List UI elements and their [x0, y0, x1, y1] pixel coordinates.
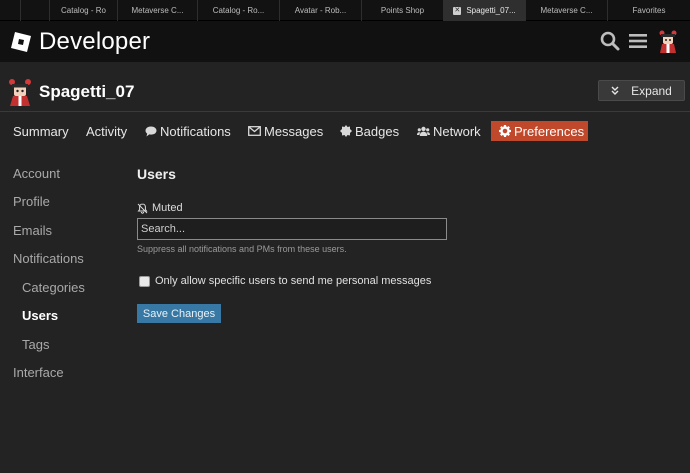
browser-tab[interactable]: Metaverse C... [118, 0, 198, 21]
tab-label: Network [433, 123, 481, 139]
envelope-icon [248, 126, 261, 136]
profile-nav: Summary Activity Notifications Messages … [0, 119, 690, 143]
muted-label: Muted [152, 202, 183, 214]
tab-label: Preferences [514, 123, 585, 139]
browser-tab-label: Metaverse C... [540, 6, 593, 15]
browser-tab[interactable]: Metaverse C... [526, 0, 608, 21]
users-icon [417, 126, 430, 136]
browser-tab[interactable]: Catalog - Ro [50, 0, 118, 21]
badge-icon [340, 125, 352, 137]
browser-tab-label: Points Shop [380, 6, 425, 15]
browser-tab-label: Metaverse C... [131, 6, 184, 15]
page-title: Users [137, 166, 176, 182]
site-logo[interactable]: Developer [11, 28, 150, 56]
browser-tab-label: Spagetti_07... [466, 6, 516, 15]
bell-slash-icon [137, 202, 148, 214]
muted-users-search-input[interactable] [137, 218, 447, 240]
tab-preferences[interactable]: Preferences [491, 121, 588, 141]
chevrons-down-icon [611, 86, 619, 95]
sidebar-item-account[interactable]: Account [13, 166, 60, 181]
tab-messages[interactable]: Messages [248, 119, 323, 143]
sidebar-item-tags[interactable]: Tags [22, 337, 49, 352]
sidebar-item-users[interactable]: Users [22, 308, 58, 323]
menu-icon[interactable] [629, 33, 647, 49]
username: Spagetti_07 [39, 82, 135, 101]
tab-activity[interactable]: Activity [86, 119, 127, 143]
tab-label: Badges [355, 123, 400, 139]
browser-tab-strip: Catalog - Ro Metaverse C... Catalog - Ro… [0, 0, 690, 21]
muted-help-text: Suppress all notifications and PMs from … [137, 244, 347, 254]
tab-network[interactable]: Network [417, 119, 481, 143]
expand-label: Expand [631, 83, 672, 98]
roblox-logo-icon [11, 31, 31, 52]
tab-summary[interactable]: Summary [13, 119, 69, 143]
tab-badges[interactable]: Badges [340, 119, 399, 143]
sidebar-item-interface[interactable]: Interface [13, 365, 64, 380]
profile-header: Spagetti_07 Expand [0, 62, 690, 112]
browser-tab[interactable]: Favorites [608, 0, 690, 21]
tab-label: Messages [264, 123, 324, 139]
sidebar-item-profile[interactable]: Profile [13, 194, 50, 209]
tab-label: Summary [13, 123, 69, 139]
browser-tab[interactable] [20, 0, 50, 21]
close-icon[interactable]: ✕ [453, 6, 462, 15]
save-changes-button[interactable]: Save Changes [137, 304, 221, 323]
comment-icon [145, 126, 157, 137]
expand-button[interactable]: Expand [598, 80, 685, 101]
sidebar-item-notifications[interactable]: Notifications [13, 251, 84, 266]
tab-notifications[interactable]: Notifications [145, 119, 231, 143]
allow-pm-option[interactable]: Only allow specific users to send me per… [137, 275, 431, 287]
browser-tab[interactable]: Catalog - Ro... [198, 0, 280, 21]
search-icon[interactable] [600, 31, 620, 51]
avatar [9, 79, 31, 106]
site-header: Developer [0, 21, 690, 62]
user-avatar[interactable] [656, 29, 680, 53]
brand-title: Developer [39, 27, 151, 55]
gear-icon [499, 125, 511, 137]
browser-tab-label: Catalog - Ro [61, 6, 106, 15]
sidebar-item-emails[interactable]: Emails [13, 223, 52, 238]
muted-field-label: Muted [137, 202, 183, 214]
browser-tab[interactable]: Avatar - Rob... [280, 0, 362, 21]
allow-specific-pm-checkbox[interactable] [139, 275, 150, 287]
allow-specific-pm-label: Only allow specific users to send me per… [155, 275, 432, 287]
browser-tab-label: Catalog - Ro... [212, 6, 265, 15]
browser-tab-label: Favorites [632, 6, 666, 15]
browser-tab-active[interactable]: ✕ Spagetti_07... [444, 0, 526, 21]
tab-label: Activity [86, 123, 128, 139]
sidebar-item-categories[interactable]: Categories [22, 280, 85, 295]
browser-tab-label: Avatar - Rob... [294, 6, 347, 15]
browser-tab[interactable]: Points Shop [362, 0, 444, 21]
tab-label: Notifications [160, 123, 231, 139]
